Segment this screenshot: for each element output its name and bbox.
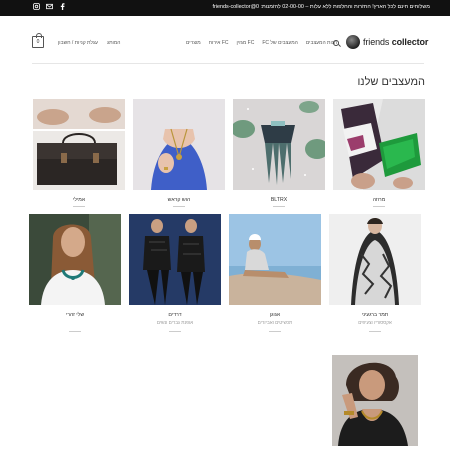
designer-name[interactable]: אמילי: [33, 197, 125, 203]
cart-button[interactable]: 0: [32, 33, 44, 48]
designer-card[interactable]: הוש קראש: [133, 99, 225, 209]
logo-text: friends collector: [363, 37, 429, 47]
designer-name[interactable]: שלי זהרי: [29, 312, 121, 318]
designer-card[interactable]: אמילי: [33, 99, 125, 209]
designer-subtitle: תכשיטים ואביזרים: [257, 320, 293, 325]
designer-card[interactable]: [332, 355, 418, 446]
designer-subtitle: אופנת גברים ונשים: [156, 320, 194, 325]
nav-item-fc-hosting[interactable]: FC אירוח: [209, 40, 229, 46]
card-divider: [69, 331, 81, 332]
designer-card[interactable]: תמר ברגעיני אקססוריז וצעיפים: [329, 214, 421, 339]
card-divider: [73, 206, 85, 207]
designer-card[interactable]: BLTRX: [233, 99, 325, 209]
nav-item-products[interactable]: מוצרים: [186, 40, 201, 46]
designer-card[interactable]: מרוזה: [333, 99, 425, 209]
designer-card[interactable]: אגוגן תכשיטים ואביזרים: [229, 214, 321, 339]
designer-image[interactable]: [229, 214, 321, 305]
search-icon[interactable]: [333, 40, 339, 46]
designer-name[interactable]: אגוגן: [229, 312, 321, 318]
designer-name[interactable]: BLTRX: [233, 197, 325, 203]
mail-icon[interactable]: [46, 3, 53, 10]
nav-item-fc-designers[interactable]: המעצבים של FC: [262, 40, 298, 46]
card-divider: [173, 206, 185, 207]
designer-image[interactable]: [133, 99, 225, 190]
social-links: [33, 3, 66, 10]
nav-item-brand[interactable]: המותג: [107, 40, 120, 46]
designer-image[interactable]: [29, 214, 121, 305]
card-divider: [169, 331, 181, 332]
designer-image[interactable]: [33, 99, 125, 190]
site-logo[interactable]: friends collector: [346, 35, 428, 49]
main-nav: חנות המעצבים המעצבים של FC FC מגזין FC א…: [186, 40, 337, 46]
designer-name[interactable]: מרוזה: [333, 197, 425, 203]
designer-image[interactable]: [129, 214, 221, 305]
site-header: 0 המותג עגלת קניות / חשבון חנות המעצבים …: [0, 28, 450, 60]
announcement-text: משלוחים חינם לכל הארץ! החזרות והחלפות לל…: [212, 4, 431, 10]
designer-subtitle: אקססוריז וצעיפים: [358, 320, 392, 325]
designer-image[interactable]: [233, 99, 325, 190]
page-title: המעצבים שלנו: [357, 76, 425, 88]
card-divider: [373, 206, 385, 207]
designer-image[interactable]: [332, 355, 418, 446]
logo-mark: [346, 35, 360, 49]
nav-item-fc-magazine[interactable]: FC מגזין: [237, 40, 255, 46]
header-divider: [32, 63, 424, 64]
instagram-icon[interactable]: [33, 3, 40, 10]
designer-image[interactable]: [333, 99, 425, 190]
account-nav: המותג עגלת קניות / חשבון: [58, 40, 120, 46]
designer-card[interactable]: שלי זהרי: [29, 214, 121, 339]
designer-card[interactable]: דרדים אופנת גברים ונשים: [129, 214, 221, 339]
facebook-icon[interactable]: [59, 3, 66, 10]
designer-name[interactable]: תמר ברגעיני: [329, 312, 421, 318]
card-divider: [369, 331, 381, 332]
card-divider: [269, 331, 281, 332]
card-divider: [273, 206, 285, 207]
designer-name[interactable]: דרדים: [129, 312, 221, 318]
top-announcement-bar: משלוחים חינם לכל הארץ! החזרות והחלפות לל…: [0, 0, 450, 16]
designer-name[interactable]: הוש קראש: [133, 197, 225, 203]
nav-item-cart-account[interactable]: עגלת קניות / חשבון: [58, 40, 98, 46]
designer-image[interactable]: [329, 214, 421, 305]
cart-count: 0: [36, 39, 40, 45]
